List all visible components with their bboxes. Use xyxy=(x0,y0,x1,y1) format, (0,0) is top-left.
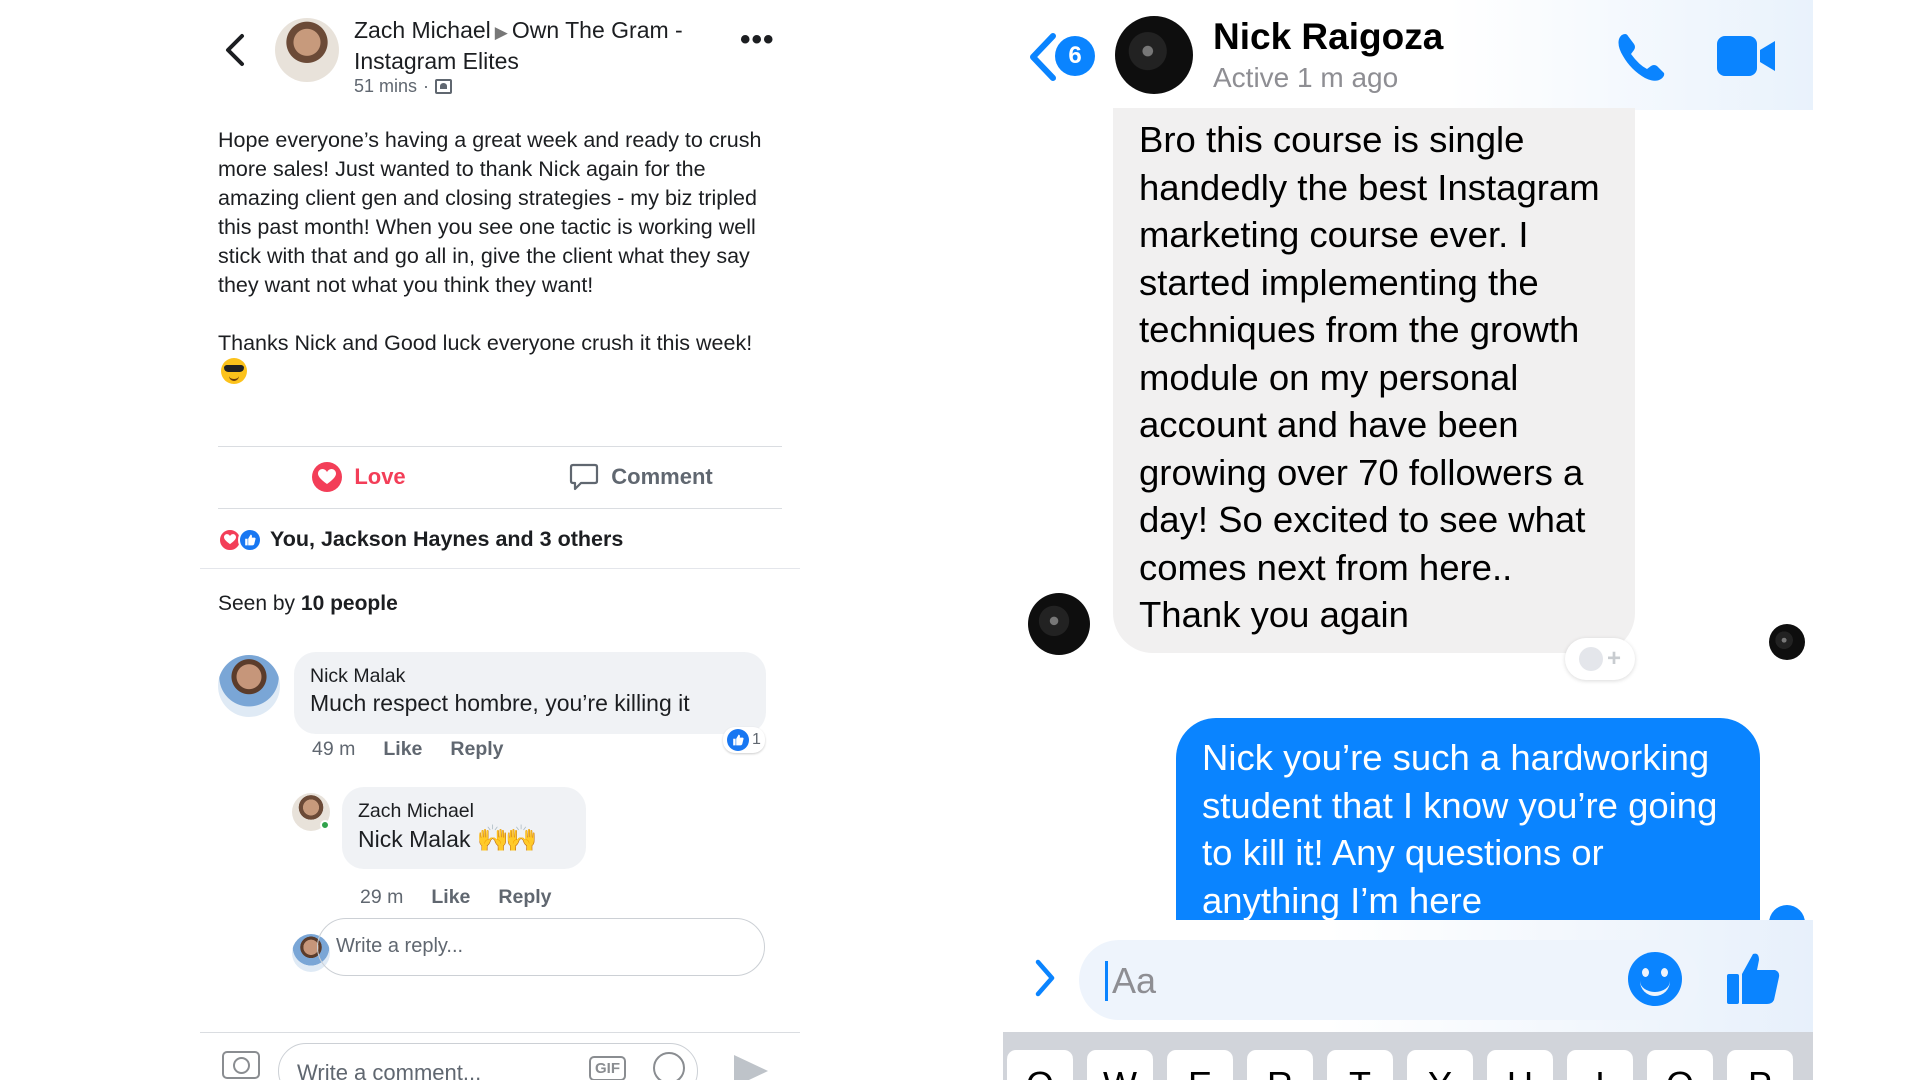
back-chevron-icon[interactable] xyxy=(222,32,248,68)
keyboard: Q W E R T Y U I O P xyxy=(1003,1032,1813,1080)
outgoing-message-bubble[interactable]: Nick you’re such a hardworking student t… xyxy=(1176,718,1760,948)
reply-like-button[interactable]: Like xyxy=(431,886,470,909)
sunglasses-emoji-icon xyxy=(221,358,247,384)
comment-text: Much respect hombre, you’re killing it xyxy=(310,690,690,716)
comment-input[interactable]: Write a comment... GIF xyxy=(278,1043,698,1080)
post-action-bar: Love Comment xyxy=(218,446,782,508)
keyboard-key[interactable]: O xyxy=(1647,1050,1713,1080)
contact-avatar[interactable] xyxy=(1115,16,1193,94)
comment-like-badge[interactable]: 1 xyxy=(723,727,765,753)
post-author-line: Zach Michael ▶ Own The Gram - Instagram El… xyxy=(354,16,734,75)
divider xyxy=(200,568,800,569)
sender-avatar[interactable] xyxy=(1028,593,1090,655)
conversation-header: 6 Nick Raigoza Active 1 m ago xyxy=(1003,0,1813,110)
keyboard-key[interactable]: E xyxy=(1167,1050,1233,1080)
seen-by[interactable]: Seen by 10 people xyxy=(218,592,398,616)
back-arrow-icon[interactable] xyxy=(1025,32,1059,82)
post-body: Hope everyone’s having a great week and … xyxy=(218,126,783,387)
keyboard-key[interactable]: Q xyxy=(1007,1050,1073,1080)
emoji-icon[interactable] xyxy=(1628,952,1682,1006)
comment-reply-button[interactable]: Reply xyxy=(450,738,503,761)
comment-time: 49 m xyxy=(312,738,356,760)
comment-bubble-icon xyxy=(570,463,599,491)
comment-meta: 49 m Like Reply xyxy=(312,738,504,761)
camera-icon[interactable] xyxy=(222,1051,260,1079)
author-name[interactable]: Zach Michael xyxy=(354,17,491,43)
incoming-message-bubble[interactable]: Bro this course is single handedly the b… xyxy=(1113,108,1635,653)
reply-meta: 29 m Like Reply xyxy=(360,886,552,909)
keyboard-key[interactable]: W xyxy=(1087,1050,1153,1080)
keyboard-key[interactable]: I xyxy=(1567,1050,1633,1080)
reactions-text: You, Jackson Haynes and 3 others xyxy=(270,527,624,551)
facebook-post-panel: Zach Michael ▶ Own The Gram - Instagram El… xyxy=(200,0,800,1080)
reactions-summary[interactable]: You, Jackson Haynes and 3 others xyxy=(218,527,623,552)
gif-icon[interactable]: GIF xyxy=(589,1056,626,1080)
comment-label: Comment xyxy=(611,464,713,489)
seen-avatar xyxy=(1769,624,1805,660)
group-arrow-icon: ▶ xyxy=(494,23,508,42)
like-reaction-icon xyxy=(238,527,262,552)
reply-bubble[interactable]: Zach Michael Nick Malak 🙌🙌 xyxy=(342,787,586,869)
smiley-reaction-icon xyxy=(1578,647,1603,671)
contact-status: Active 1 m ago xyxy=(1213,62,1399,93)
comment-bubble[interactable]: Nick Malak Much respect hombre, you’re k… xyxy=(294,652,766,734)
heart-icon xyxy=(312,462,343,492)
sticker-icon[interactable] xyxy=(653,1052,685,1080)
raising-hands-emoji-icon: 🙌🙌 xyxy=(476,823,538,853)
author-avatar[interactable] xyxy=(275,18,339,82)
post-paragraph: Thanks Nick and Good luck everyone crush… xyxy=(218,329,783,387)
send-icon[interactable] xyxy=(734,1055,768,1080)
phone-call-icon[interactable] xyxy=(1615,30,1669,84)
more-options-icon[interactable]: ••• xyxy=(740,25,775,55)
messenger-panel: 6 Nick Raigoza Active 1 m ago Bro this c… xyxy=(1003,0,1813,1080)
post-meta: 51 mins · xyxy=(354,76,453,97)
keyboard-key[interactable]: P xyxy=(1727,1050,1793,1080)
divider xyxy=(218,508,782,509)
reply-mention[interactable]: Nick Malak xyxy=(358,826,470,852)
comment-author[interactable]: Nick Malak xyxy=(310,664,750,688)
reply-input[interactable]: Write a reply... xyxy=(317,918,765,976)
post-header: Zach Michael ▶ Own The Gram - Instagram El… xyxy=(200,0,800,110)
text-caret xyxy=(1105,961,1108,1001)
keyboard-key[interactable]: Y xyxy=(1407,1050,1473,1080)
reply-text-line: Nick Malak 🙌🙌 xyxy=(358,823,570,854)
post-time[interactable]: 51 mins xyxy=(354,76,417,97)
reply-author[interactable]: Zach Michael xyxy=(358,799,570,823)
online-indicator xyxy=(320,820,330,830)
comment-placeholder: Write a comment... xyxy=(297,1060,482,1080)
reply-time: 29 m xyxy=(360,886,404,908)
seen-by-count: 10 people xyxy=(300,592,398,615)
comment-button[interactable]: Comment xyxy=(500,446,782,508)
keyboard-key[interactable]: T xyxy=(1327,1050,1393,1080)
meta-separator: · xyxy=(423,76,430,96)
contact-name[interactable]: Nick Raigoza xyxy=(1213,16,1443,58)
love-label: Love xyxy=(354,464,406,489)
group-privacy-icon xyxy=(435,79,453,94)
love-button[interactable]: Love xyxy=(218,446,500,508)
video-call-icon[interactable] xyxy=(1717,36,1777,76)
plus-icon: + xyxy=(1606,645,1621,672)
message-input[interactable]: Aa xyxy=(1079,940,1699,1020)
expand-chevron-icon[interactable] xyxy=(1033,958,1057,998)
comment-like-button[interactable]: Like xyxy=(383,738,422,761)
commenter-avatar[interactable] xyxy=(218,655,280,717)
like-count: 1 xyxy=(752,731,761,748)
keyboard-key[interactable]: U xyxy=(1487,1050,1553,1080)
keyboard-key[interactable]: R xyxy=(1247,1050,1313,1080)
unread-count-badge[interactable]: 6 xyxy=(1055,36,1095,76)
message-placeholder: Aa xyxy=(1112,960,1157,1001)
like-reaction-icon xyxy=(727,729,749,751)
post-paragraph: Hope everyone’s having a great week and … xyxy=(218,128,762,297)
post-paragraph-text: Thanks Nick and Good luck everyone crush… xyxy=(218,331,753,355)
message-composer: Aa xyxy=(1003,920,1813,1032)
comment-composer: Write a comment... GIF xyxy=(200,1032,800,1080)
add-reaction-button[interactable]: + xyxy=(1565,638,1635,680)
seen-by-prefix: Seen by xyxy=(218,592,296,615)
reply-reply-button[interactable]: Reply xyxy=(498,886,551,909)
thumbs-up-icon[interactable] xyxy=(1725,950,1781,1006)
